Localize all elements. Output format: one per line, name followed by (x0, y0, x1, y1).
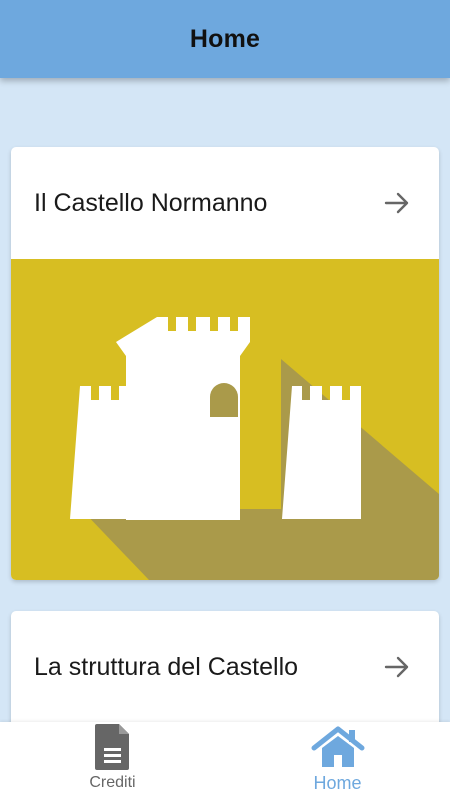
card-castello-normanno[interactable]: Il Castello Normanno (11, 147, 439, 580)
arrow-right-icon[interactable] (383, 653, 411, 681)
bottom-navigation: Crediti Home (0, 722, 450, 800)
home-icon (311, 724, 365, 770)
arrow-right-icon[interactable] (383, 189, 411, 217)
card-header[interactable]: La struttura del Castello (11, 611, 439, 723)
nav-label-crediti: Crediti (89, 774, 136, 791)
card-title: La struttura del Castello (34, 652, 299, 681)
app-bar: Home (0, 0, 450, 78)
castle-illustration (11, 259, 439, 580)
nav-item-home[interactable]: Home (225, 722, 450, 800)
page-title: Home (189, 24, 261, 53)
nav-label-home: Home (313, 773, 362, 793)
nav-item-crediti[interactable]: Crediti (0, 722, 225, 800)
card-header[interactable]: Il Castello Normanno (11, 147, 439, 259)
card-title: Il Castello Normanno (34, 188, 268, 217)
document-icon (86, 724, 140, 770)
